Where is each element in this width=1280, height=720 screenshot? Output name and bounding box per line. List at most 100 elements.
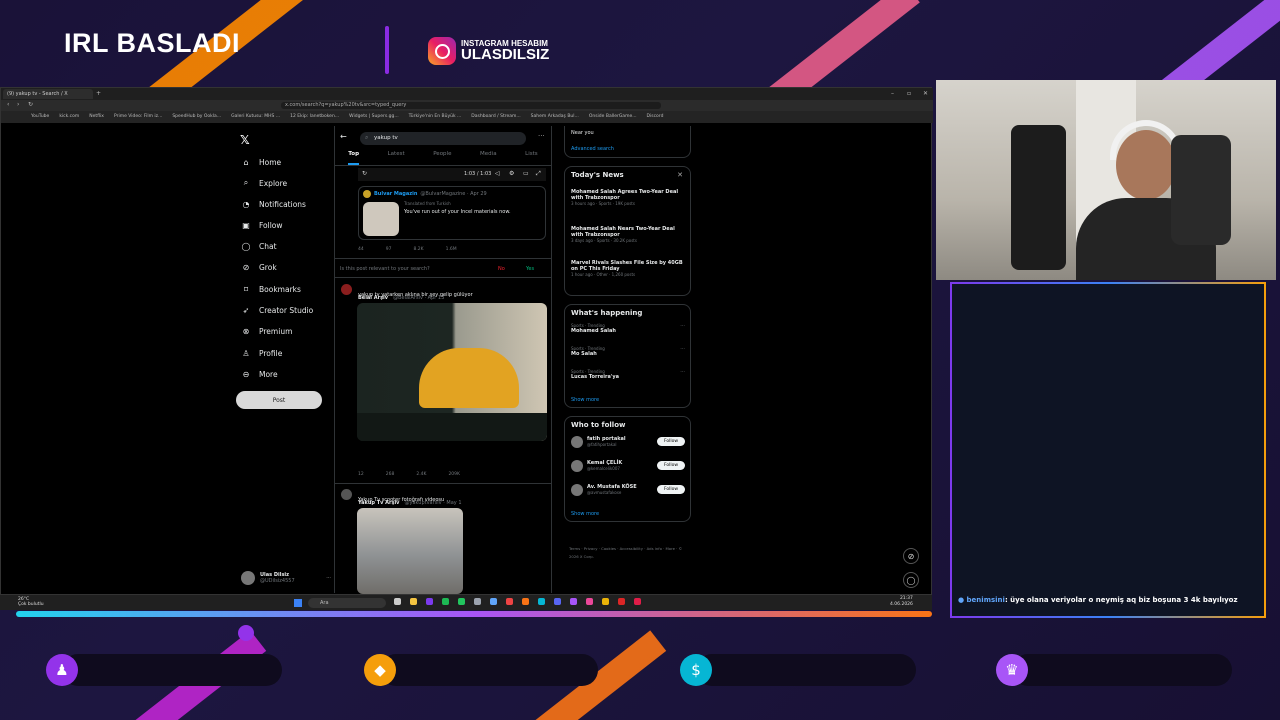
reply-count[interactable]: 44 — [358, 247, 364, 252]
app-icon[interactable] — [570, 598, 577, 605]
nav-item-explore[interactable]: ⌕ Explore — [241, 176, 287, 190]
weather-widget[interactable]: 26°C Çok bulutlu — [18, 597, 44, 607]
spotify-icon[interactable] — [442, 598, 449, 605]
start-icon[interactable] — [294, 599, 302, 607]
opera-icon[interactable] — [506, 598, 513, 605]
app-icon[interactable] — [490, 598, 497, 605]
bookmark-item[interactable]: kick.com — [59, 114, 79, 120]
bookmark-item[interactable]: Türkiye'nin En Büyük ... — [409, 114, 462, 120]
relevance-yes-button[interactable]: Yes — [526, 266, 534, 272]
nav-item-grok[interactable]: ⊘ Grok — [241, 260, 277, 274]
replay-icon[interactable]: ↻ — [362, 170, 367, 177]
discord-icon[interactable] — [554, 598, 561, 605]
retweet-count[interactable]: 97 — [386, 247, 392, 252]
feed-more-icon[interactable]: ··· — [538, 132, 545, 140]
app-icon[interactable] — [634, 598, 641, 605]
obs-icon[interactable] — [618, 598, 625, 605]
back-arrow-icon[interactable]: ← — [340, 132, 347, 141]
follow-button[interactable]: Follow — [657, 461, 685, 470]
close-icon[interactable]: ✕ — [677, 171, 683, 179]
avatar[interactable] — [341, 284, 352, 295]
nav-item-more[interactable]: ⊖ More — [241, 367, 278, 381]
retweet-count[interactable]: 268 — [386, 472, 395, 477]
near-you-label[interactable]: Near you — [571, 130, 684, 136]
trend-item[interactable]: Sports · Trending Lucas Torreira'ya ··· — [571, 369, 685, 380]
task-view-icon[interactable] — [394, 598, 401, 605]
show-more-link[interactable]: Show more — [571, 397, 599, 403]
nav-item-home[interactable]: ⌂ Home — [241, 155, 281, 169]
bookmark-item[interactable]: YouTube — [31, 114, 49, 120]
bookmark-item[interactable]: Sahem Arkadaş Bul... — [531, 114, 579, 120]
post-button[interactable]: Post — [236, 391, 322, 409]
tab-top[interactable]: Top — [348, 151, 360, 165]
account-switcher[interactable]: Ulas Dilsiz @UDilsiz4557 ··· — [241, 570, 331, 586]
reload-icon[interactable]: ↻ — [28, 101, 33, 108]
file-explorer-icon[interactable] — [410, 598, 417, 605]
close-icon[interactable]: ✕ — [923, 90, 928, 97]
app-icon[interactable] — [602, 598, 609, 605]
trend-item[interactable]: Sports · Trending Mo Salah ··· — [571, 346, 685, 357]
taskbar-search[interactable]: Ara — [308, 598, 386, 608]
forward-icon[interactable]: › — [17, 101, 19, 108]
grok-icon[interactable]: ⊘ — [903, 548, 919, 564]
follow-suggestion[interactable]: Kemal ÇELİK @kemalcelik007 Follow — [571, 459, 685, 475]
bookmark-item[interactable]: Prime Video: Film iz... — [114, 114, 162, 120]
advanced-search-link[interactable]: Advanced search — [571, 146, 684, 152]
nav-item-follow[interactable]: ▣ Follow — [241, 218, 282, 232]
bookmark-item[interactable]: Onside BallerGame... — [589, 114, 637, 120]
tweet-image[interactable] — [357, 508, 463, 594]
view-count[interactable]: 1.6M — [446, 247, 457, 252]
messages-icon[interactable]: ◯ — [903, 572, 919, 588]
more-dots-icon[interactable]: ··· — [326, 575, 331, 581]
follow-suggestion[interactable]: fatih portakal @fatihportakal Follow — [571, 435, 685, 451]
app-icon[interactable] — [586, 598, 593, 605]
nav-item-bookmarks[interactable]: ⌑ Bookmarks — [241, 282, 301, 296]
pip-icon[interactable]: ▭ — [523, 170, 529, 177]
back-icon[interactable]: ‹ — [7, 101, 9, 108]
minimize-icon[interactable]: – — [891, 90, 894, 97]
trend-more-icon[interactable]: ··· — [680, 323, 685, 329]
reply-count[interactable]: 12 — [358, 472, 364, 477]
maximize-icon[interactable]: ▫ — [907, 90, 911, 97]
trend-more-icon[interactable]: ··· — [680, 346, 685, 352]
follow-button[interactable]: Follow — [657, 485, 685, 494]
nav-item-premium[interactable]: ⊗ Premium — [241, 324, 293, 338]
nav-item-notifications[interactable]: ◔ Notifications — [241, 197, 306, 211]
bookmark-item[interactable]: SpeedHub by Ookla... — [172, 114, 221, 120]
bookmark-item[interactable]: Discord — [647, 114, 664, 120]
view-count[interactable]: 209K — [448, 472, 460, 477]
avatar[interactable] — [341, 489, 352, 500]
url-input[interactable]: x.com/search?q=yakup%20tv&src=typed_quer… — [281, 102, 661, 109]
nav-item-profile[interactable]: ♙ Profile — [241, 346, 282, 360]
follow-button[interactable]: Follow — [657, 437, 685, 446]
tab-latest[interactable]: Latest — [388, 151, 405, 165]
quoted-tweet[interactable]: Bulvar Magazin @BulvarMagazine · Apr 29 … — [358, 186, 546, 240]
like-count[interactable]: 8.2K — [413, 247, 423, 252]
news-item[interactable]: Marvel Rivals Slashes File Size by 40GB … — [571, 260, 685, 277]
tweet-thumbnail[interactable] — [363, 202, 399, 236]
app-icon[interactable] — [458, 598, 465, 605]
volume-icon[interactable]: ◁ — [495, 170, 500, 177]
clock[interactable]: 21:37 4.06.2026 — [890, 596, 913, 608]
app-icon[interactable] — [426, 598, 433, 605]
tab-media[interactable]: Media — [480, 151, 497, 165]
fullscreen-icon[interactable]: ⤢ — [536, 170, 541, 178]
like-count[interactable]: 2.4K — [416, 472, 426, 477]
relevance-no-button[interactable]: No — [498, 266, 505, 272]
bookmark-item[interactable]: Netflix — [89, 114, 104, 120]
show-more-link[interactable]: Show more — [571, 511, 599, 517]
bookmark-item[interactable]: Widgets | Supers.gg... — [349, 114, 399, 120]
follow-suggestion[interactable]: Av. Mustafa KÖSE @avmustafakose Follow — [571, 483, 685, 499]
x-logo-icon[interactable]: 𝕏 — [240, 133, 250, 147]
steam-icon[interactable] — [474, 598, 481, 605]
nav-item-creator-studio[interactable]: ➶ Creator Studio — [241, 303, 314, 317]
bookmark-item[interactable]: 12 Ekip: lanetboken... — [290, 114, 339, 120]
search-input[interactable]: yakup tv — [360, 132, 526, 145]
tweet-video[interactable] — [357, 303, 547, 441]
trend-more-icon[interactable]: ··· — [680, 369, 685, 375]
trend-item[interactable]: Sports · Trending Mohamed Salah ··· — [571, 323, 685, 334]
app-icon[interactable] — [522, 598, 529, 605]
chrome-icon[interactable] — [538, 598, 545, 605]
news-item[interactable]: Mohamed Salah Agrees Two-Year Deal with … — [571, 189, 685, 206]
settings-icon[interactable]: ⚙ — [509, 170, 514, 177]
